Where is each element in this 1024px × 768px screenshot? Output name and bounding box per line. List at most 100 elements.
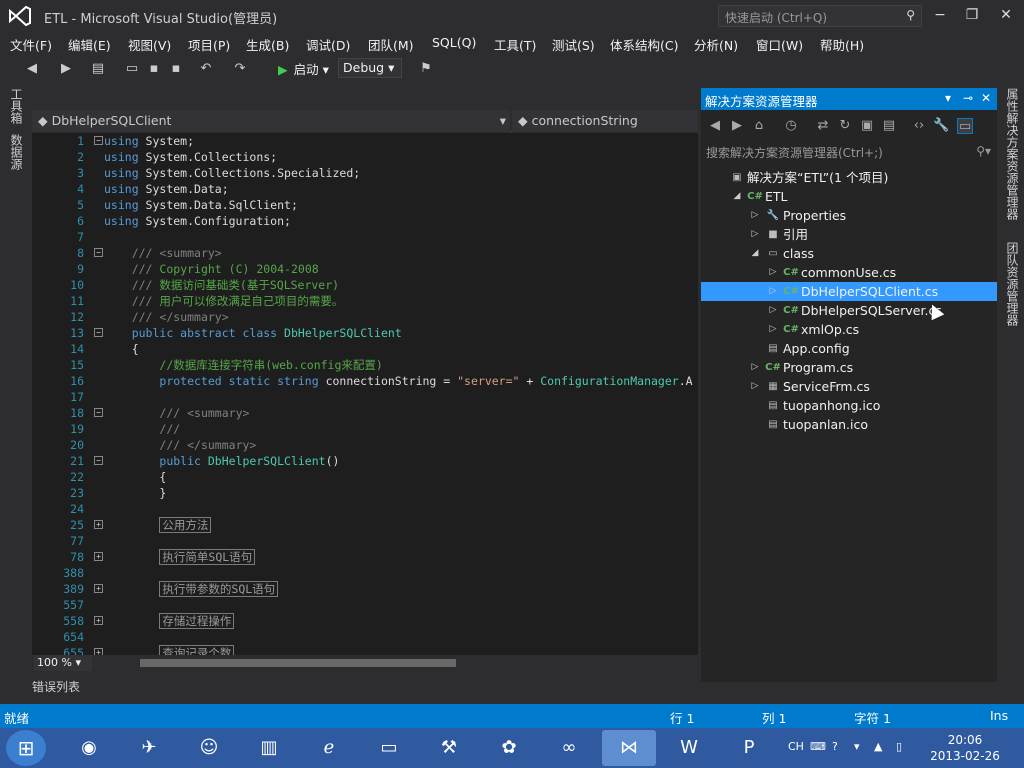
minimize-button[interactable]: − bbox=[928, 4, 952, 26]
code-line[interactable]: 18 − /// <summary> bbox=[32, 405, 698, 421]
expand-arrow-icon[interactable]: ◢ bbox=[731, 187, 743, 206]
forward-icon[interactable]: ▶ bbox=[58, 61, 74, 77]
code-line[interactable]: 655 + 查询记录个数 bbox=[32, 645, 698, 655]
ie-app-icon[interactable]: ℯ bbox=[302, 730, 356, 766]
help-icon[interactable]: ? bbox=[832, 740, 838, 753]
show-all-icon[interactable]: ▤ bbox=[881, 118, 897, 134]
expand-icon[interactable]: + bbox=[94, 552, 103, 561]
back-icon[interactable]: ◀ bbox=[24, 61, 40, 77]
solution-search-input[interactable]: 搜索解决方案资源管理器(Ctrl+;) ⚲▾ bbox=[701, 142, 997, 162]
tree-node[interactable]: ▷ C# Program.cs bbox=[701, 358, 997, 377]
expand-arrow-icon[interactable]: ▷ bbox=[749, 358, 761, 377]
expand-arrow-icon[interactable]: ▷ bbox=[767, 263, 779, 282]
menu-item[interactable]: SQL(Q) bbox=[432, 35, 476, 50]
code-line[interactable]: 22 { bbox=[32, 469, 698, 485]
clock[interactable]: 20:06 2013-02-26 bbox=[928, 732, 1002, 764]
home-icon[interactable]: ⌂ bbox=[751, 118, 767, 134]
code-line[interactable]: 8 − /// <summary> bbox=[32, 245, 698, 261]
code-line[interactable]: 19 /// bbox=[32, 421, 698, 437]
code-line[interactable]: 9 /// Copyright (C) 2004-2008 bbox=[32, 261, 698, 277]
code-line[interactable]: 11 /// 用户可以修改满足自己项目的需要。 bbox=[32, 293, 698, 309]
restore-button[interactable]: ❐ bbox=[960, 4, 984, 26]
code-line[interactable]: 10 /// 数据访问基础类(基于SQLServer) bbox=[32, 277, 698, 293]
datasource-tab[interactable]: 数据源 bbox=[8, 134, 25, 170]
dropdown-icon[interactable]: ▾ bbox=[945, 91, 951, 105]
sync-icon[interactable]: ⇄ bbox=[815, 118, 831, 134]
expand-arrow-icon[interactable]: ▷ bbox=[749, 225, 761, 244]
new-project-icon[interactable]: ▤ bbox=[90, 61, 106, 77]
code-line[interactable]: 13 − public abstract class DbHelperSQLCli… bbox=[32, 325, 698, 341]
open-file-icon[interactable]: ▭ bbox=[124, 61, 140, 77]
tree-node[interactable]: ▷ C# DbHelperSQLClient.cs bbox=[701, 282, 997, 301]
code-line[interactable]: 14 { bbox=[32, 341, 698, 357]
zoom-select[interactable]: 100 % ▾ bbox=[34, 655, 92, 671]
collapse-icon[interactable]: − bbox=[94, 248, 103, 257]
keyboard-icon[interactable]: ⌨ bbox=[810, 740, 826, 753]
expand-icon[interactable]: + bbox=[94, 616, 103, 625]
word-app-icon[interactable]: W bbox=[662, 730, 716, 766]
code-line[interactable]: 2 using System.Collections; bbox=[32, 149, 698, 165]
pin-icon[interactable]: ⊸ bbox=[963, 91, 973, 105]
code-line[interactable]: 25 + 公用方法 bbox=[32, 517, 698, 533]
class-dropdown[interactable]: ◆ DbHelperSQLClient ▾ bbox=[32, 110, 510, 132]
code-line[interactable]: 7 bbox=[32, 229, 698, 245]
tree-node[interactable]: ◢ ▭ class bbox=[701, 244, 997, 263]
expand-arrow-icon[interactable]: ▷ bbox=[767, 320, 779, 339]
save-all-icon[interactable]: ▪ bbox=[168, 61, 184, 77]
save-icon[interactable]: ▪ bbox=[146, 61, 162, 77]
menu-item[interactable]: 文件(F) bbox=[10, 35, 52, 54]
expand-icon[interactable]: + bbox=[94, 584, 103, 593]
code-line[interactable]: 20 /// </summary> bbox=[32, 437, 698, 453]
collapse-icon[interactable]: − bbox=[94, 408, 103, 417]
undo-icon[interactable]: ↶ bbox=[198, 61, 214, 77]
refresh-icon[interactable]: ↻ bbox=[837, 118, 853, 134]
code-line[interactable]: 654 bbox=[32, 629, 698, 645]
close-button[interactable]: ✕ bbox=[994, 4, 1018, 26]
menu-item[interactable]: 编辑(E) bbox=[68, 35, 111, 54]
code-line[interactable]: 557 bbox=[32, 597, 698, 613]
qq-app-icon[interactable]: ☺ bbox=[182, 730, 236, 766]
code-line[interactable]: 1 − using System; bbox=[32, 133, 698, 149]
code-line[interactable]: 23 } bbox=[32, 485, 698, 501]
menu-item[interactable]: 生成(B) bbox=[246, 35, 289, 54]
member-dropdown[interactable]: ◆ connectionString bbox=[512, 110, 698, 132]
collapse-icon[interactable]: ▣ bbox=[859, 118, 875, 134]
show-hidden-icon[interactable]: ▲ bbox=[874, 740, 882, 753]
tree-node[interactable]: ▷ ■ 引用 bbox=[701, 225, 997, 244]
hybrid-app-icon[interactable]: ✿ bbox=[482, 730, 536, 766]
expand-arrow-icon[interactable]: ▷ bbox=[767, 282, 779, 301]
tree-node[interactable]: ▣ 解决方案“ETL”(1 个项目) bbox=[701, 168, 997, 187]
menu-item[interactable]: 帮助(H) bbox=[820, 35, 864, 54]
windows-start-icon[interactable]: ⊞ bbox=[6, 730, 46, 766]
code-line[interactable]: 389 + 执行带参数的SQL语句 bbox=[32, 581, 698, 597]
code-line[interactable]: 15 //数据库连接字符串(web.config来配置) bbox=[32, 357, 698, 373]
expand-arrow-icon[interactable]: ◢ bbox=[749, 244, 761, 263]
code-line[interactable]: 77 bbox=[32, 533, 698, 549]
code-line[interactable]: 6 using System.Configuration; bbox=[32, 213, 698, 229]
code-line[interactable]: 388 bbox=[32, 565, 698, 581]
tree-node[interactable]: ▷ C# DbHelperSQLServer.cs bbox=[701, 301, 997, 320]
code-line[interactable]: 17 bbox=[32, 389, 698, 405]
menu-item[interactable]: 分析(N) bbox=[694, 35, 738, 54]
menu-item[interactable]: 调试(D) bbox=[306, 35, 350, 54]
solution-explorer-tab[interactable]: 解决方案资源管理器 bbox=[1004, 112, 1021, 220]
tree-node[interactable]: ▤ tuopanhong.ico bbox=[701, 396, 997, 415]
menu-item[interactable]: 窗口(W) bbox=[756, 35, 803, 54]
bird-app-icon[interactable]: ✈ bbox=[122, 730, 176, 766]
collapse-icon[interactable]: − bbox=[94, 136, 103, 145]
collapse-icon[interactable]: − bbox=[94, 328, 103, 337]
code-line[interactable]: 12 /// </summary> bbox=[32, 309, 698, 325]
expand-arrow-icon[interactable]: ▷ bbox=[767, 301, 779, 320]
expand-arrow-icon[interactable]: ▷ bbox=[749, 377, 761, 396]
view-code-icon[interactable]: ‹› bbox=[911, 118, 927, 134]
tree-node[interactable]: ▷ 🔧 Properties bbox=[701, 206, 997, 225]
expand-icon[interactable]: + bbox=[94, 520, 103, 529]
code-line[interactable]: 4 using System.Data; bbox=[32, 181, 698, 197]
player-app-icon[interactable]: ◉ bbox=[62, 730, 116, 766]
explorer-app-icon[interactable]: ▭ bbox=[362, 730, 416, 766]
menu-item[interactable]: 团队(M) bbox=[368, 35, 414, 54]
config-select[interactable]: Debug ▾ bbox=[338, 58, 402, 78]
code-line[interactable]: 16 protected static string connectionStr… bbox=[32, 373, 698, 389]
horizontal-scrollbar[interactable] bbox=[140, 659, 456, 667]
toolbox-tab[interactable]: 工具箱 bbox=[8, 88, 25, 124]
